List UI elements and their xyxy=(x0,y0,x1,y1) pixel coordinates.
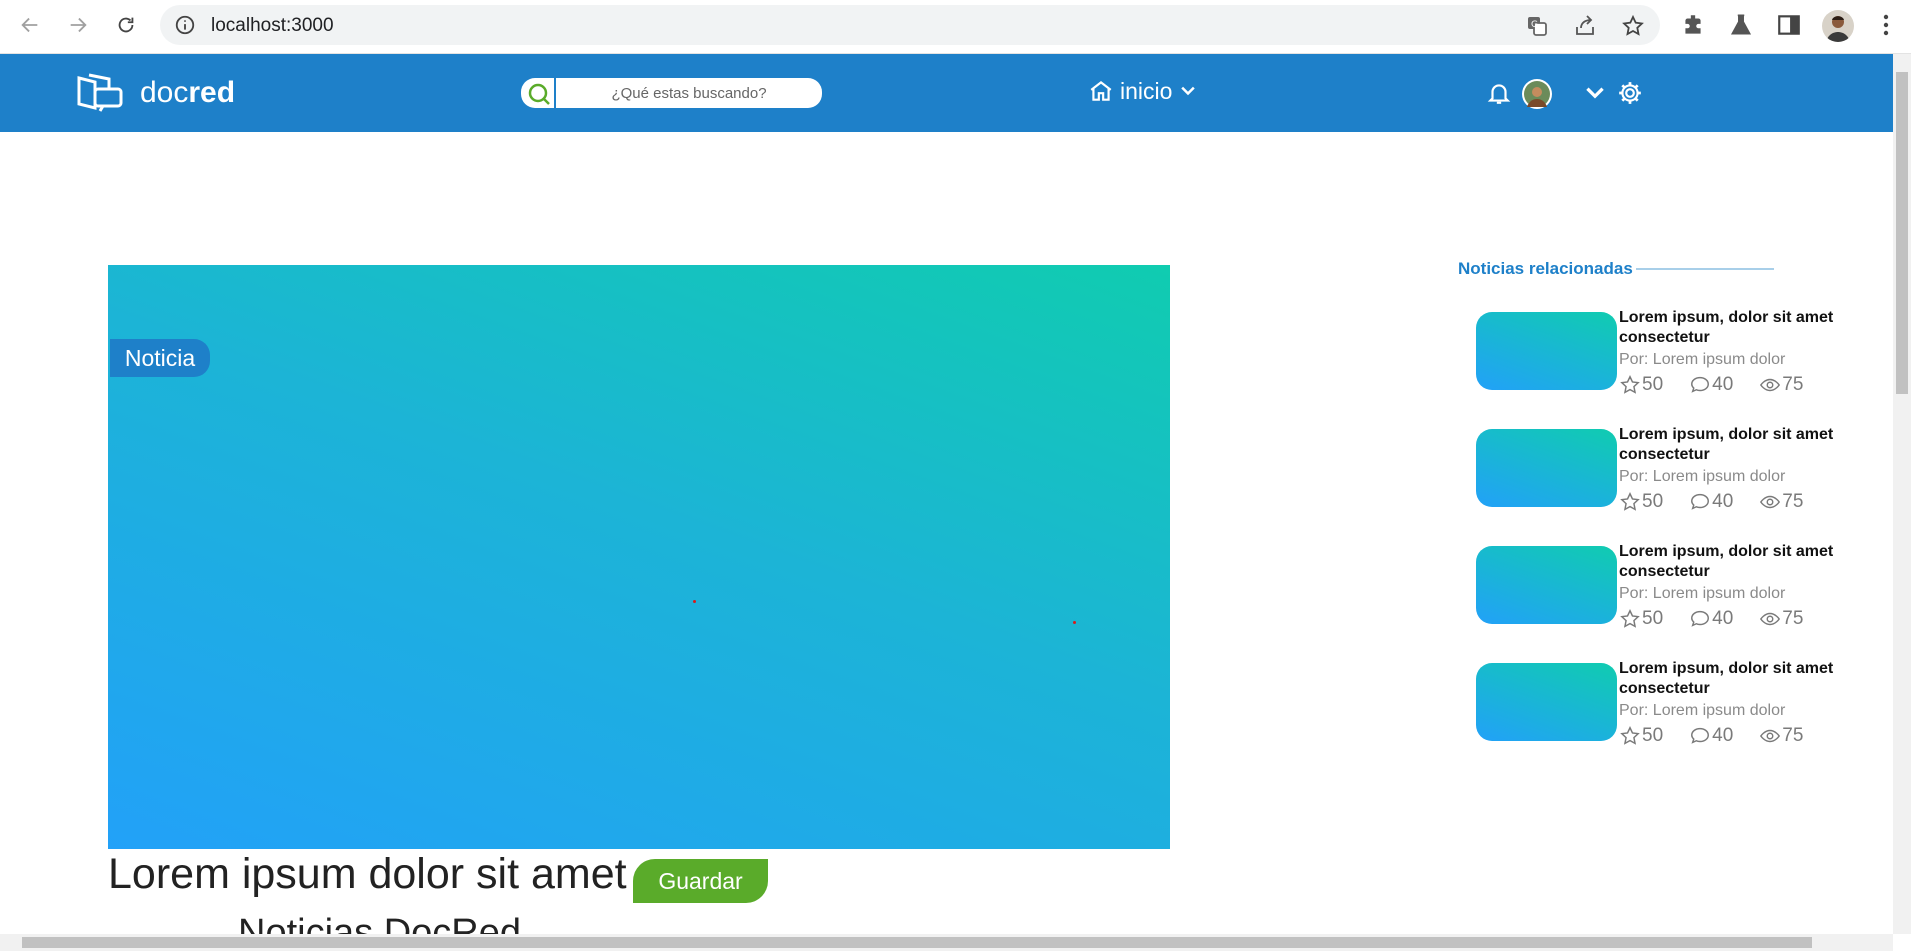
star-icon xyxy=(1620,492,1640,511)
home-icon xyxy=(1090,80,1112,101)
comments-stat[interactable]: 40 xyxy=(1689,491,1733,513)
forward-icon[interactable] xyxy=(63,10,93,40)
stars-stat[interactable]: 50 xyxy=(1619,725,1663,747)
settings-gear-icon[interactable] xyxy=(1617,80,1643,106)
stars-count: 50 xyxy=(1642,725,1664,746)
related-heading-divider xyxy=(1636,268,1774,270)
horizontal-scrollbar[interactable] xyxy=(0,934,1893,951)
stars-count: 50 xyxy=(1642,491,1664,512)
comment-icon xyxy=(1691,727,1710,744)
nav-inicio-label: inicio xyxy=(1120,77,1173,104)
docred-logo-icon[interactable] xyxy=(76,72,124,112)
comment-icon xyxy=(1691,493,1710,510)
eye-icon xyxy=(1760,612,1781,626)
related-item-title[interactable]: Lorem ipsum, dolor sit amet consectetur xyxy=(1619,308,1869,348)
back-icon[interactable] xyxy=(15,10,45,40)
comments-stat[interactable]: 40 xyxy=(1689,374,1733,396)
related-news-item[interactable]: Lorem ipsum, dolor sit amet consectetur … xyxy=(1476,426,1876,529)
comments-count: 40 xyxy=(1712,491,1734,512)
more-menu-icon[interactable] xyxy=(1876,12,1896,38)
nav-inicio-dropdown[interactable]: inicio xyxy=(1088,76,1198,106)
bell-icon[interactable] xyxy=(1486,80,1512,106)
comments-count: 40 xyxy=(1712,608,1734,629)
translate-icon[interactable]: G xyxy=(1525,14,1549,38)
related-item-stats: 50 40 75 xyxy=(1619,608,1803,630)
related-item-title[interactable]: Lorem ipsum, dolor sit amet consectetur xyxy=(1619,542,1869,582)
stars-stat[interactable]: 50 xyxy=(1619,608,1663,630)
address-bar[interactable]: localhost:3000 G xyxy=(160,5,1660,45)
svg-text:G: G xyxy=(1531,20,1538,30)
article-title: Lorem ipsum dolor sit amet xyxy=(108,850,627,898)
eye-icon xyxy=(1760,378,1781,392)
comments-count: 40 xyxy=(1712,374,1734,395)
eye-icon xyxy=(1760,495,1781,509)
bookmark-star-icon[interactable] xyxy=(1621,14,1645,38)
related-item-author: Por: Lorem ipsum dolor xyxy=(1619,351,1786,368)
user-menu-chevron-icon[interactable] xyxy=(1582,80,1608,106)
article-hero-image xyxy=(108,265,1170,849)
site-header: docred inicio xyxy=(0,54,1893,132)
related-item-stats: 50 40 75 xyxy=(1619,491,1803,513)
related-news-item[interactable]: Lorem ipsum, dolor sit amet consectetur … xyxy=(1476,309,1876,412)
related-thumbnail[interactable] xyxy=(1476,546,1617,624)
side-panel-icon[interactable] xyxy=(1776,12,1802,38)
star-icon xyxy=(1620,609,1640,628)
related-thumbnail[interactable] xyxy=(1476,429,1617,507)
reload-icon[interactable] xyxy=(111,10,141,40)
extensions-icon[interactable] xyxy=(1680,12,1706,38)
search-icon[interactable] xyxy=(521,78,554,108)
user-avatar[interactable] xyxy=(1522,79,1552,109)
related-news-heading: Noticias relacionadas xyxy=(1458,259,1633,278)
related-news-item[interactable]: Lorem ipsum, dolor sit amet consectetur … xyxy=(1476,543,1876,646)
horizontal-scrollbar-thumb[interactable] xyxy=(22,937,1812,948)
share-icon[interactable] xyxy=(1573,14,1597,38)
stars-count: 50 xyxy=(1642,608,1664,629)
comments-stat[interactable]: 40 xyxy=(1689,608,1733,630)
views-stat[interactable]: 75 xyxy=(1759,608,1803,630)
stars-count: 50 xyxy=(1642,374,1664,395)
marker-dot xyxy=(693,600,696,603)
comment-icon xyxy=(1691,610,1710,627)
views-stat[interactable]: 75 xyxy=(1759,491,1803,513)
star-icon xyxy=(1620,375,1640,394)
url-text[interactable]: localhost:3000 xyxy=(211,15,334,37)
save-button[interactable]: Guardar xyxy=(633,859,768,903)
labs-icon[interactable] xyxy=(1728,12,1754,38)
browser-toolbar: localhost:3000 G xyxy=(0,0,1911,54)
comments-count: 40 xyxy=(1712,725,1734,746)
related-item-title[interactable]: Lorem ipsum, dolor sit amet consectetur xyxy=(1619,425,1869,465)
stars-stat[interactable]: 50 xyxy=(1619,374,1663,396)
article-category-badge: Noticia xyxy=(110,339,210,377)
views-stat[interactable]: 75 xyxy=(1759,725,1803,747)
related-item-author: Por: Lorem ipsum dolor xyxy=(1619,585,1786,602)
related-news-item[interactable]: Lorem ipsum, dolor sit amet consectetur … xyxy=(1476,660,1876,763)
related-thumbnail[interactable] xyxy=(1476,663,1617,741)
related-item-stats: 50 40 75 xyxy=(1619,374,1803,396)
chevron-down-icon xyxy=(1181,86,1196,96)
views-count: 75 xyxy=(1782,374,1804,395)
views-count: 75 xyxy=(1782,608,1804,629)
views-count: 75 xyxy=(1782,725,1804,746)
vertical-scrollbar-thumb[interactable] xyxy=(1896,72,1908,394)
views-count: 75 xyxy=(1782,491,1804,512)
brand-name[interactable]: docred xyxy=(140,76,235,110)
related-item-title[interactable]: Lorem ipsum, dolor sit amet consectetur xyxy=(1619,659,1869,699)
related-thumbnail[interactable] xyxy=(1476,312,1617,390)
star-icon xyxy=(1620,726,1640,745)
related-item-author: Por: Lorem ipsum dolor xyxy=(1619,702,1786,719)
eye-icon xyxy=(1760,729,1781,743)
views-stat[interactable]: 75 xyxy=(1759,374,1803,396)
vertical-scrollbar[interactable] xyxy=(1893,54,1911,934)
marker-dot xyxy=(1073,621,1076,624)
related-item-author: Por: Lorem ipsum dolor xyxy=(1619,468,1786,485)
stars-stat[interactable]: 50 xyxy=(1619,491,1663,513)
brand-name-light: doc xyxy=(140,76,189,109)
profile-avatar[interactable] xyxy=(1822,10,1854,42)
search-input[interactable] xyxy=(556,78,822,108)
comments-stat[interactable]: 40 xyxy=(1689,725,1733,747)
comment-icon xyxy=(1691,376,1710,393)
info-icon[interactable] xyxy=(174,14,196,36)
brand-name-bold: red xyxy=(188,76,236,109)
related-item-stats: 50 40 75 xyxy=(1619,725,1803,747)
